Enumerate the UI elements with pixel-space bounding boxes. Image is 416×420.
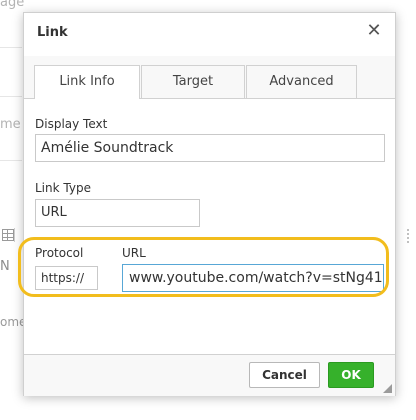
background-text-fragment: me xyxy=(0,117,21,132)
background-divider xyxy=(0,47,22,48)
ok-button[interactable]: OK xyxy=(328,362,374,388)
background-text-fragment: age xyxy=(0,0,25,10)
dialog-title: Link xyxy=(37,25,68,40)
toolbar-separator xyxy=(14,228,15,242)
cancel-button[interactable]: Cancel xyxy=(249,362,320,388)
background-text-fragment: N xyxy=(0,259,10,274)
tab-advanced[interactable]: Advanced xyxy=(246,65,357,98)
close-icon[interactable]: ✕ xyxy=(365,22,383,40)
tab-link-info[interactable]: Link Info xyxy=(34,65,140,99)
toolbar-overflow-icon xyxy=(407,229,409,243)
tab-target[interactable]: Target xyxy=(141,65,245,98)
link-type-label: Link Type xyxy=(35,181,91,195)
protocol-label: Protocol xyxy=(35,246,84,260)
link-type-select[interactable]: URL xyxy=(35,199,200,227)
table-icon xyxy=(2,229,14,241)
url-input[interactable]: www.youtube.com/watch?v=stNg41SVF xyxy=(122,264,384,292)
tab-bar: Link Info Target Advanced xyxy=(24,56,395,99)
background-divider xyxy=(0,160,22,161)
display-text-label: Display Text xyxy=(35,117,108,131)
url-label: URL xyxy=(122,246,146,260)
link-dialog: Link ✕ Link Info Target Advanced Display… xyxy=(23,12,396,396)
dialog-footer: Cancel OK xyxy=(24,354,395,396)
protocol-select[interactable]: https:// xyxy=(35,266,98,290)
display-text-input[interactable]: Amélie Soundtrack xyxy=(35,134,385,162)
background-divider xyxy=(0,96,22,97)
resize-handle-icon[interactable] xyxy=(383,384,392,393)
